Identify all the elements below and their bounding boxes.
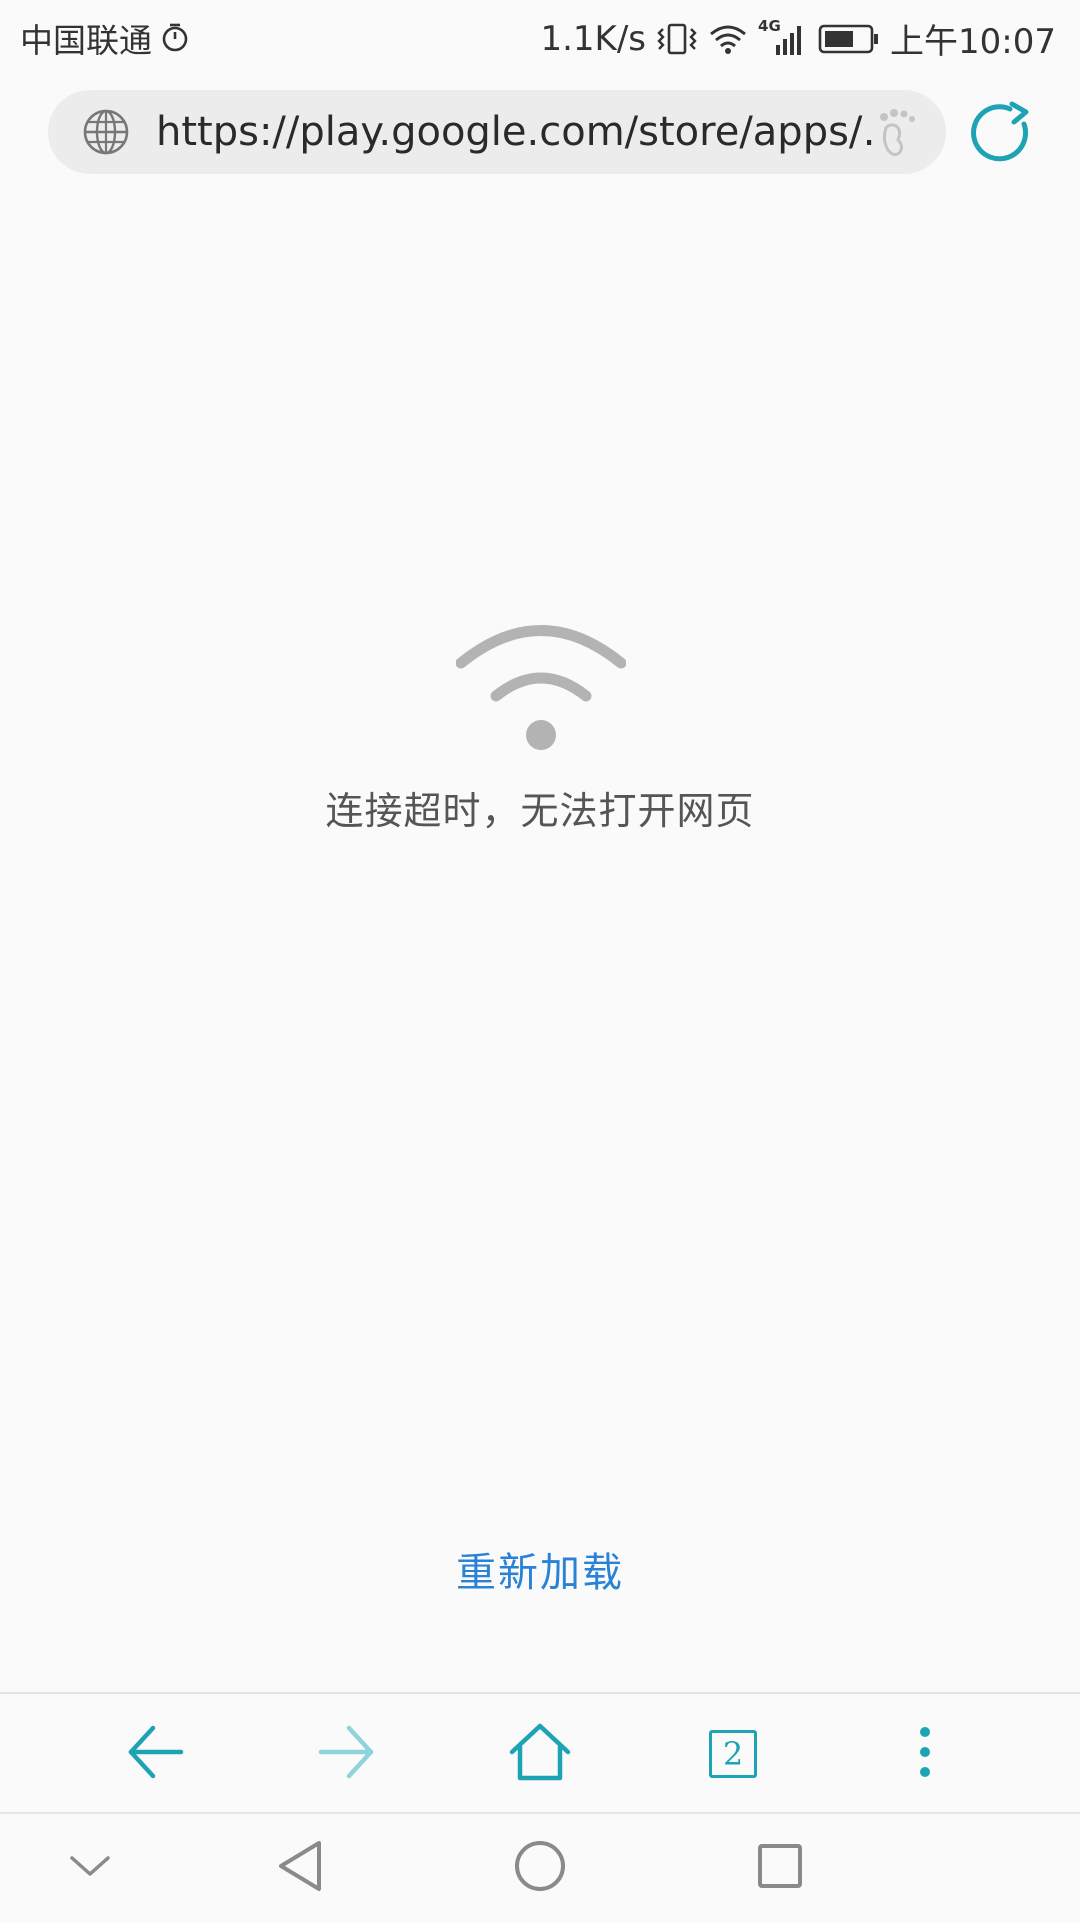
nav-recents-button[interactable] (740, 1828, 820, 1908)
alarm-clock-icon (160, 23, 190, 53)
back-triangle-icon (275, 1839, 325, 1897)
browser-toolbar: 2 (0, 1692, 1080, 1812)
back-button[interactable] (115, 1714, 195, 1794)
home-circle-icon (512, 1838, 568, 1898)
net-speed-label: 1.1K/s (540, 18, 647, 59)
back-icon (125, 1722, 185, 1786)
address-bar[interactable]: https://play.google.com/store/apps/… (48, 90, 946, 174)
home-icon (508, 1722, 572, 1786)
globe-icon (82, 108, 130, 156)
hide-nav-button[interactable] (50, 1828, 130, 1908)
tabs-button[interactable]: 2 (693, 1714, 773, 1794)
refresh-icon[interactable] (968, 100, 1034, 166)
carrier-label: 中国联通 (20, 21, 152, 60)
battery-icon (818, 23, 880, 55)
forward-button[interactable] (307, 1714, 387, 1794)
status-right: 1.1K/s 4G 上午10:07 (540, 14, 1056, 63)
reload-button[interactable]: 重新加载 (440, 1540, 640, 1598)
home-button[interactable] (500, 1714, 580, 1794)
tab-count: 2 (722, 1735, 744, 1773)
nav-home-button[interactable] (500, 1828, 580, 1908)
time-label: 上午10:07 (890, 22, 1056, 62)
more-icon (917, 1722, 933, 1786)
wifi-icon (708, 22, 748, 56)
vibrate-icon (656, 21, 698, 57)
cell-signal-icon: 4G (758, 17, 808, 57)
status-left: 中国联通 (20, 14, 190, 62)
status-bar: 中国联通 1.1K/s 4G 上午10:07 (0, 0, 1080, 76)
url-text[interactable]: https://play.google.com/store/apps/… (156, 106, 876, 158)
recents-square-icon (755, 1841, 805, 1895)
tabs-icon: 2 (709, 1730, 757, 1778)
error-message: 连接超时，无法打开网页 (325, 789, 755, 833)
hide-nav-icon (68, 1852, 112, 1884)
forward-icon (317, 1722, 377, 1786)
system-nav-bar (0, 1812, 1080, 1922)
footprint-icon[interactable] (872, 106, 920, 158)
more-button[interactable] (885, 1714, 965, 1794)
nav-back-button[interactable] (260, 1828, 340, 1908)
wifi-error-icon (455, 618, 627, 752)
